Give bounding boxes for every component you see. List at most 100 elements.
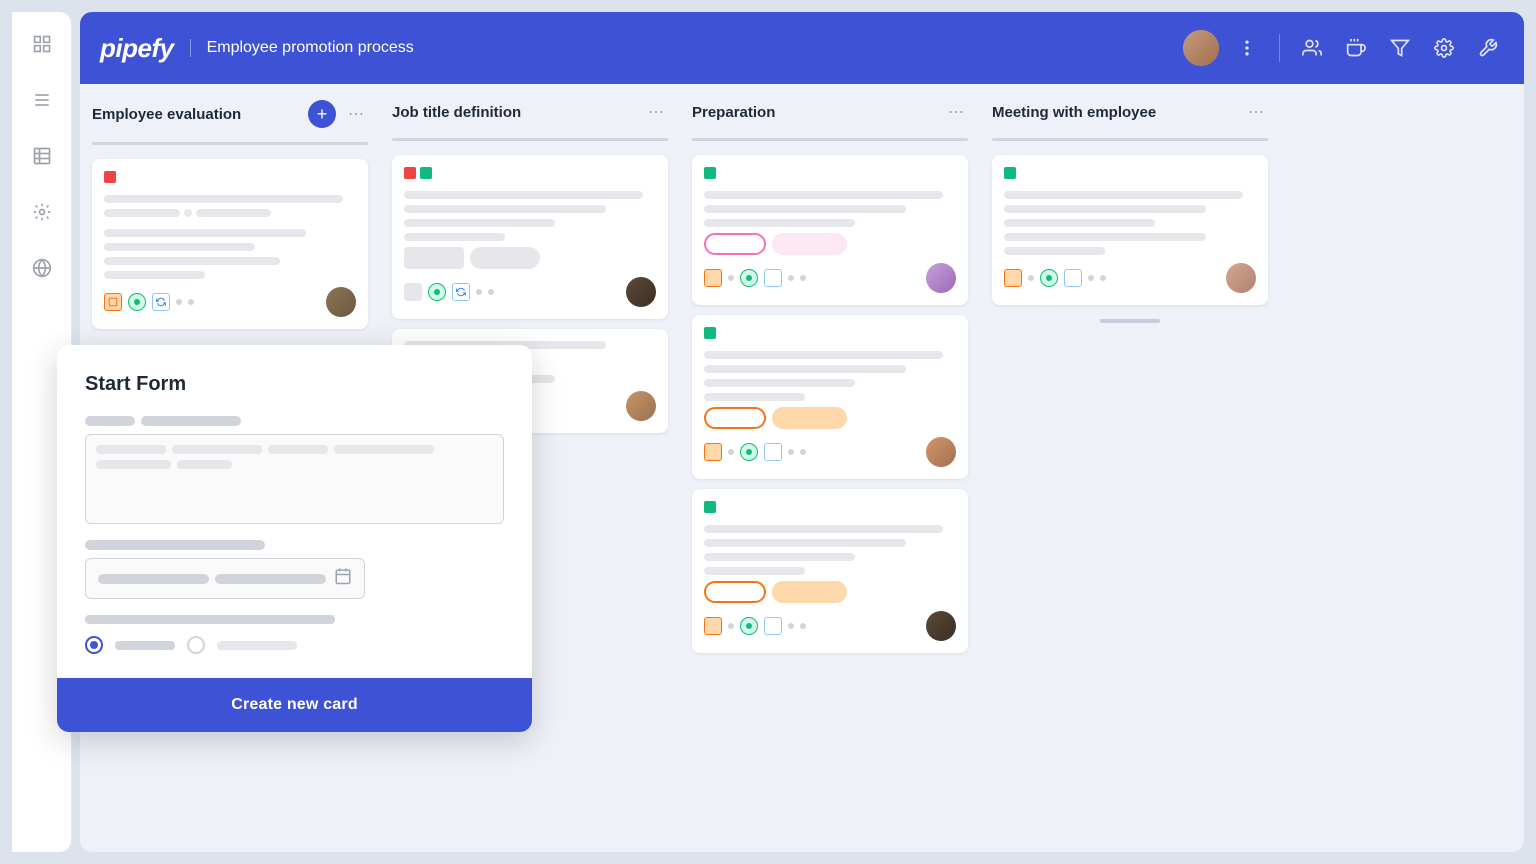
date-input[interactable]: [85, 558, 365, 599]
user-avatar[interactable]: [1183, 30, 1219, 66]
card-4: [692, 155, 968, 305]
skel: [704, 365, 906, 373]
sidebar-item-table[interactable]: [26, 140, 58, 172]
filter-icon[interactable]: [1384, 32, 1416, 64]
column-menu-2[interactable]: ⋯: [644, 100, 668, 124]
more-menu-icon[interactable]: [1231, 32, 1263, 64]
members-icon[interactable]: [1296, 32, 1328, 64]
column-meeting: Meeting with employee ⋯: [980, 84, 1280, 852]
sidebar-item-list[interactable]: [26, 84, 58, 116]
card-icon-box7[interactable]: [1004, 269, 1022, 287]
radio-field-label: [85, 615, 335, 624]
column-bar-4: [992, 138, 1268, 141]
card-icon-c6[interactable]: [740, 617, 758, 635]
field-label-row-1: [85, 416, 504, 426]
card-4-icons: [704, 269, 806, 287]
skel: [404, 191, 643, 199]
tag-green: [420, 167, 432, 179]
card-4-tags: [704, 167, 956, 185]
settings-icon[interactable]: [1428, 32, 1460, 64]
card-icon-c4[interactable]: [740, 269, 758, 287]
badge-gray-2: [470, 247, 540, 269]
card-1-footer: [104, 287, 356, 317]
card-7-icons: [1004, 269, 1106, 287]
skel-dot-c7b: [1088, 275, 1094, 281]
card-icon-sync5[interactable]: [764, 443, 782, 461]
skel: [704, 351, 943, 359]
skel: [704, 567, 805, 575]
skel: [404, 233, 505, 241]
badge-pink-outline: [704, 233, 766, 255]
skel-dot: [184, 209, 192, 217]
share-icon[interactable]: [1340, 32, 1372, 64]
sidebar-item-global[interactable]: [26, 252, 58, 284]
radio-label-1: [115, 641, 175, 650]
skel: [704, 219, 855, 227]
radio-row: [85, 636, 504, 654]
column-title-3: Preparation: [692, 104, 936, 121]
add-card-btn-1[interactable]: +: [308, 100, 336, 128]
create-new-card-button[interactable]: Create new card: [57, 678, 532, 732]
card-4-avatar: [926, 263, 956, 293]
skel: [1004, 205, 1206, 213]
card-4-footer: [704, 263, 956, 293]
tag-green6: [704, 501, 716, 513]
card-icon-sync7[interactable]: [1064, 269, 1082, 287]
column-header-4: Meeting with employee ⋯: [992, 100, 1268, 124]
skel-dot-c5c: [800, 449, 806, 455]
card-5: [692, 315, 968, 479]
start-form-modal[interactable]: Start Form: [57, 345, 532, 732]
card-6-badges: [704, 581, 956, 603]
column-menu-3[interactable]: ⋯: [944, 100, 968, 124]
skel: [104, 209, 180, 217]
card-icon-box4[interactable]: [704, 269, 722, 287]
column-bar-3: [692, 138, 968, 141]
header-actions: [1183, 30, 1504, 66]
radio-active[interactable]: [85, 636, 103, 654]
calendar-icon[interactable]: [334, 567, 352, 590]
pipe-title: Employee promotion process: [190, 39, 414, 57]
card-2: [392, 155, 668, 319]
tag-green4: [704, 167, 716, 179]
radio-inactive[interactable]: [187, 636, 205, 654]
card-icon-sync6[interactable]: [764, 617, 782, 635]
card-icon-sync4[interactable]: [764, 269, 782, 287]
modal-title: Start Form: [85, 373, 504, 396]
column-menu-1[interactable]: ⋯: [344, 102, 368, 126]
badge-gray-1: [404, 247, 464, 269]
column-header-2: Job title definition ⋯: [392, 100, 668, 124]
tc-s1: [96, 445, 166, 454]
tools-icon[interactable]: [1472, 32, 1504, 64]
card-icon-box5[interactable]: [704, 443, 722, 461]
card-5-icons: [704, 443, 806, 461]
skel-dot-c2b: [488, 289, 494, 295]
tc-s5: [96, 460, 171, 469]
card-5-footer: [704, 437, 956, 467]
card-1-tags: [104, 171, 356, 189]
skel-dot3: [188, 299, 194, 305]
skel: [104, 257, 280, 265]
card-1-avatar: [326, 287, 356, 317]
tc-s2: [172, 445, 262, 454]
card-icon-c2[interactable]: [428, 283, 446, 301]
card-icon-box[interactable]: [104, 293, 122, 311]
card-icon-c7[interactable]: [1040, 269, 1058, 287]
column-menu-4[interactable]: ⋯: [1244, 100, 1268, 124]
sidebar-item-grid[interactable]: [26, 28, 58, 60]
tag-green5: [704, 327, 716, 339]
sidebar-item-automation[interactable]: [26, 196, 58, 228]
skel-dot-c6: [728, 623, 734, 629]
skel-dot2: [176, 299, 182, 305]
skel-dot-c4c: [800, 275, 806, 281]
card-5-tags: [704, 327, 956, 345]
card-icon-sync2[interactable]: [452, 283, 470, 301]
card-icon-sync[interactable]: [152, 293, 170, 311]
card-6-icons: [704, 617, 806, 635]
card-icon-circle[interactable]: [128, 293, 146, 311]
card-icon-c5[interactable]: [740, 443, 758, 461]
card-icon-box2[interactable]: [404, 283, 422, 301]
form-textarea[interactable]: [85, 434, 504, 524]
card-icon-box6[interactable]: [704, 617, 722, 635]
skel-dot-c6c: [800, 623, 806, 629]
skel-row: [104, 209, 356, 223]
